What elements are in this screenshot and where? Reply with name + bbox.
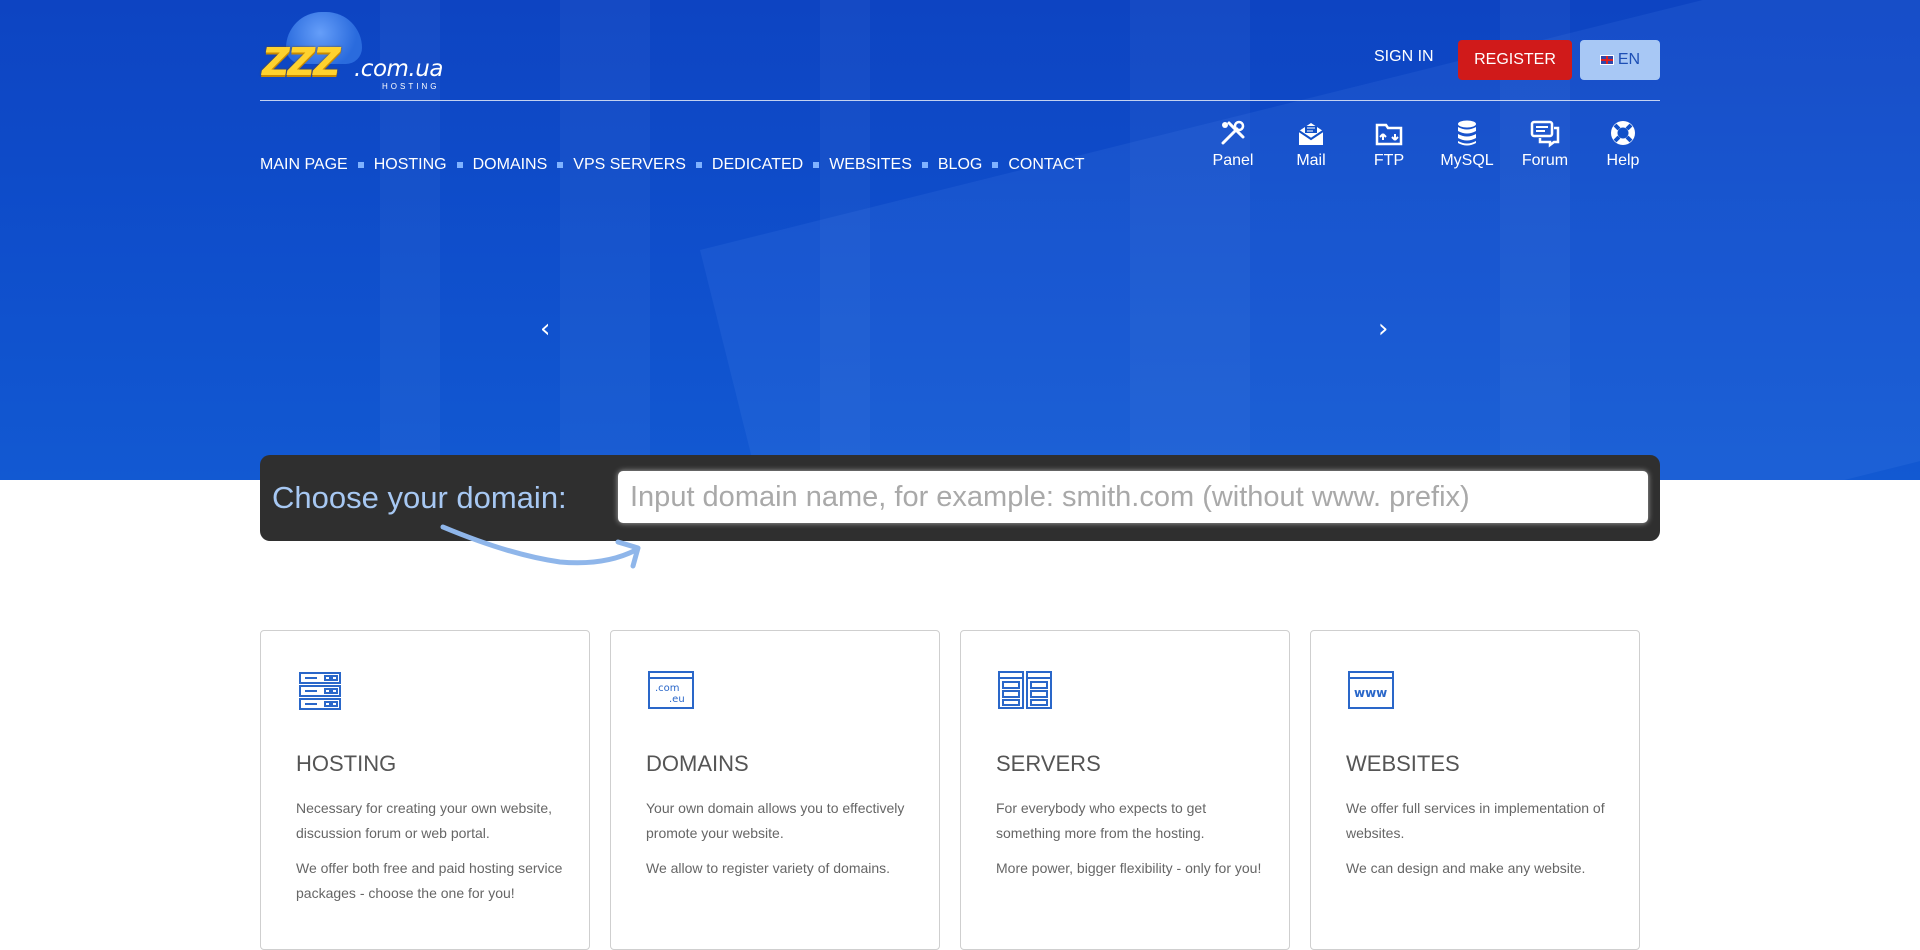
nav-separator — [695, 162, 702, 168]
tools-icon — [1221, 120, 1245, 145]
register-button[interactable]: REGISTER — [1458, 40, 1572, 80]
card-paragraph: We offer full services in implementation… — [1346, 800, 1605, 841]
card-title: DOMAINS — [646, 751, 749, 776]
forum-icon — [1530, 120, 1560, 148]
quick-tools: Panel Mail FTP MySQL Forum Help — [1194, 118, 1662, 170]
header-divider — [260, 100, 1660, 101]
tool-help[interactable]: Help — [1584, 118, 1662, 170]
card-title: HOSTING — [296, 751, 397, 776]
card-domains[interactable]: .com .eu DOMAINS Your own domain allows … — [610, 630, 940, 950]
nav-domains[interactable]: DOMAINS — [473, 156, 548, 174]
hero-decor — [560, 0, 650, 480]
card-paragraph: We can design and make any website. — [1346, 860, 1586, 876]
card-text: For everybody who expects to get somethi… — [996, 796, 1266, 891]
logo-tagline: HOSTING — [382, 82, 440, 91]
lifebuoy-icon — [1611, 121, 1635, 145]
card-websites[interactable]: www WEBSITES We offer full services in i… — [1310, 630, 1640, 950]
card-text: Necessary for creating your own website,… — [296, 796, 566, 916]
slider-next-button[interactable]: › — [1378, 314, 1388, 344]
card-text: Your own domain allows you to effectivel… — [646, 796, 916, 891]
tool-panel[interactable]: Panel — [1194, 118, 1272, 170]
tool-label: MySQL — [1440, 152, 1494, 169]
language-label: EN — [1617, 51, 1641, 68]
uk-flag-icon — [1599, 55, 1614, 65]
nav-separator — [456, 162, 463, 168]
tool-label: Mail — [1296, 152, 1326, 169]
database-icon — [1458, 120, 1476, 146]
nav-contact[interactable]: CONTACT — [1008, 156, 1084, 174]
svg-text:.eu: .eu — [669, 694, 685, 705]
nav-websites[interactable]: WEBSITES — [829, 156, 912, 174]
svg-text:www: www — [1354, 686, 1387, 700]
main-nav: MAIN PAGE HOSTING DOMAINS VPS SERVERS DE… — [260, 156, 1084, 174]
signin-link[interactable]: SIGN IN — [1374, 48, 1434, 66]
card-title: WEBSITES — [1346, 751, 1460, 776]
card-hosting[interactable]: HOSTING Necessary for creating your own … — [260, 630, 590, 950]
nav-separator — [557, 162, 564, 168]
tool-label: Panel — [1212, 152, 1254, 169]
domain-search-label: Choose your domain: — [272, 480, 567, 515]
nav-separator — [921, 162, 928, 168]
curved-arrow-icon — [440, 524, 641, 569]
nav-separator — [813, 162, 820, 168]
www-window-icon: www — [1348, 671, 1394, 709]
mail-icon — [1298, 123, 1324, 145]
tool-forum[interactable]: Forum — [1506, 118, 1584, 170]
domain-search-input[interactable] — [618, 471, 1648, 523]
card-paragraph: Necessary for creating your own website,… — [296, 800, 552, 841]
logo-text: ZZZ — [262, 40, 341, 84]
card-text: We offer full services in implementation… — [1346, 796, 1616, 891]
tool-label: FTP — [1373, 152, 1405, 169]
nav-separator — [992, 162, 999, 168]
tool-label: Help — [1606, 152, 1640, 169]
card-paragraph: Your own domain allows you to effectivel… — [646, 800, 905, 841]
tool-ftp[interactable]: FTP — [1350, 118, 1428, 170]
hero-banner: ZZZ .com.ua HOSTING SIGN IN REGISTER EN … — [0, 0, 1920, 480]
servers-icon — [998, 671, 1052, 709]
card-servers[interactable]: SERVERS For everybody who expects to get… — [960, 630, 1290, 950]
tool-mail[interactable]: Mail — [1272, 118, 1350, 170]
card-paragraph: We allow to register variety of domains. — [646, 860, 891, 876]
nav-dedicated[interactable]: DEDICATED — [712, 156, 803, 174]
slider-prev-button[interactable]: ‹ — [540, 314, 550, 344]
svg-text:.com: .com — [655, 683, 680, 694]
server-rack-icon — [299, 672, 341, 710]
nav-vps-servers[interactable]: VPS SERVERS — [573, 156, 686, 174]
domain-window-icon: .com .eu — [648, 671, 694, 709]
nav-blog[interactable]: BLOG — [938, 156, 982, 174]
logo-domain: .com.ua — [354, 56, 443, 82]
ftp-icon — [1375, 123, 1403, 146]
card-paragraph: For everybody who expects to get somethi… — [996, 800, 1207, 841]
tool-label: Forum — [1521, 152, 1569, 169]
nav-hosting[interactable]: HOSTING — [374, 156, 447, 174]
nav-separator — [357, 162, 364, 168]
hero-decor — [700, 0, 1920, 480]
card-paragraph: More power, bigger flexibility - only fo… — [996, 860, 1262, 876]
language-button[interactable]: EN — [1580, 40, 1660, 80]
card-title: SERVERS — [996, 751, 1101, 776]
site-logo[interactable]: ZZZ .com.ua HOSTING — [262, 12, 472, 91]
tool-mysql[interactable]: MySQL — [1428, 118, 1506, 170]
nav-main-page[interactable]: MAIN PAGE — [260, 156, 348, 174]
card-paragraph: We offer both free and paid hosting serv… — [296, 860, 563, 901]
